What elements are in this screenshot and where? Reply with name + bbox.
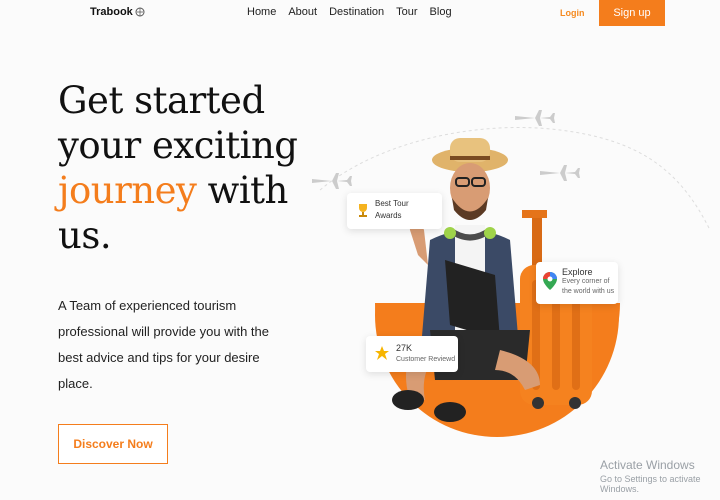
watermark-subtitle: Go to Settings to activate Windows. [600,474,701,494]
nav-destination[interactable]: Destination [329,6,384,18]
airplane-icon [312,173,352,189]
star-icon [375,346,389,360]
map-pin-icon [543,272,557,290]
main-menu: Home About Destination Tour Blog [247,6,452,18]
nav-blog[interactable]: Blog [430,6,452,18]
discover-now-button[interactable]: Discover Now [58,424,168,464]
award-card: Best Tour Awards [347,193,442,229]
explore-line-1: Every corner of [562,278,610,285]
trophy-icon [359,204,367,217]
award-line-1: Best Tour [375,199,409,208]
login-link[interactable]: Login [560,8,585,18]
explore-title: Explore [562,267,593,277]
hero-paragraph: A Team of experienced tourism profession… [58,298,269,391]
brand-name: Trabook [90,6,133,18]
traveler [392,138,540,422]
watermark-title: Activate Windows [600,458,695,472]
hero-art [312,110,711,437]
nav-home[interactable]: Home [247,6,276,18]
explore-card: Explore Every corner of the world with u… [536,262,618,304]
logo-icon [135,7,145,17]
brand-logo[interactable]: Trabook [90,6,145,18]
award-line-2: Awards [375,211,402,220]
signup-button[interactable]: Sign up [599,0,665,26]
airplane-icon [515,110,555,126]
airplane-icon [540,165,580,181]
reviews-card: 27K Customer Reviewd [366,336,458,372]
nav-tour[interactable]: Tour [396,6,417,18]
headline-accent: journey [58,169,197,212]
reviews-count: 27K [396,343,413,353]
headline-rest: with [196,169,289,212]
top-nav: Trabook Home About Destination Tour Blog… [0,0,720,26]
explore-line-2: the world with us [562,288,615,295]
hero-illustration: Best Tour Awards Explore Every corner of… [300,80,720,460]
activate-windows-watermark: Activate Windows Go to Settings to activ… [600,458,720,494]
nav-about[interactable]: About [288,6,317,18]
reviews-label: Customer Reviewd [396,356,456,363]
